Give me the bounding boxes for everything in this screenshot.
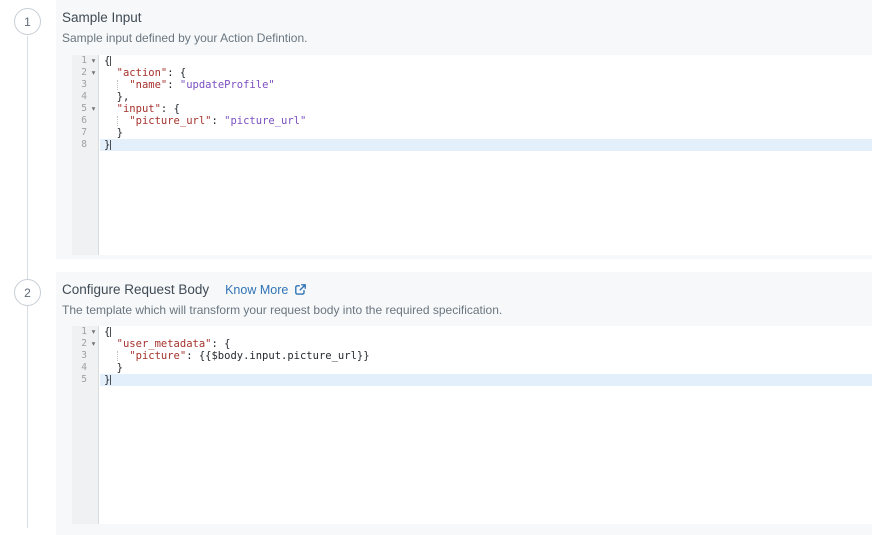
request-body-section: Configure Request Body Know More The tem…: [56, 272, 872, 535]
line-number-cell: 3: [72, 350, 100, 362]
sample-input-header: Sample Input Sample input defined by you…: [56, 0, 872, 45]
indent-guide: [117, 351, 118, 361]
code-line-text: }: [100, 374, 872, 386]
code-line-text: "name": "updateProfile": [100, 79, 872, 91]
fold-arrow-icon[interactable]: ▾: [87, 338, 100, 350]
text-cursor: [110, 56, 111, 66]
sample-input-title: Sample Input: [62, 10, 142, 25]
text-cursor: [110, 375, 111, 385]
code-line-text: }: [100, 139, 872, 151]
code-line-text: {: [100, 55, 872, 67]
code-line-text: "picture_url": "picture_url": [100, 115, 872, 127]
editor-line-3[interactable]: 3 "picture": {{$body.input.picture_url}}: [72, 350, 872, 362]
fold-spacer: [87, 350, 100, 362]
sample-input-subtitle: Sample input defined by your Action Defi…: [62, 31, 872, 45]
editor-line-2[interactable]: 2▾ "action": {: [72, 67, 872, 79]
request-body-subtitle: The template which will transform your r…: [62, 303, 872, 317]
fold-arrow-icon[interactable]: ▾: [87, 326, 100, 338]
fold-spacer: [87, 374, 100, 386]
request-body-editor[interactable]: 1▾{2▾ "user_metadata": {3 "picture": {{$…: [72, 326, 872, 524]
editor-line-6[interactable]: 6 "picture_url": "picture_url": [72, 115, 872, 127]
indent-guide: [117, 116, 118, 126]
editor-line-5[interactable]: 5}: [72, 374, 872, 386]
code-line-text: }: [100, 362, 872, 374]
step-2-number: 2: [24, 286, 31, 300]
indent-guide: [117, 80, 118, 90]
code-line-text: {: [100, 326, 872, 338]
action-configuration-page: 1 2 Sample Input Sample input defined by…: [0, 0, 872, 535]
fold-spacer: [87, 362, 100, 374]
request-body-header: Configure Request Body Know More The tem…: [56, 272, 872, 317]
code-line-text: "picture": {{$body.input.picture_url}}: [100, 350, 872, 362]
fold-spacer: [87, 127, 100, 139]
code-line-text: "user_metadata": {: [100, 338, 872, 350]
editor-line-2[interactable]: 2▾ "user_metadata": {: [72, 338, 872, 350]
text-cursor: [110, 140, 111, 150]
fold-arrow-icon[interactable]: ▾: [87, 103, 100, 115]
know-more-label: Know More: [225, 283, 288, 297]
know-more-link[interactable]: Know More: [225, 283, 307, 297]
editor-line-1[interactable]: 1▾{: [72, 326, 872, 338]
line-number-cell: 1▾: [72, 55, 100, 67]
fold-arrow-icon[interactable]: ▾: [87, 55, 100, 67]
line-number-cell: 4: [72, 91, 100, 103]
line-number-cell: 8: [72, 139, 100, 151]
line-number-cell: 2▾: [72, 338, 100, 350]
code-line-text: },: [100, 91, 872, 103]
fold-spacer: [87, 91, 100, 103]
code-line-text: "input": {: [100, 103, 872, 115]
fold-arrow-icon[interactable]: ▾: [87, 67, 100, 79]
line-number-cell: 5▾: [72, 103, 100, 115]
fold-spacer: [87, 115, 100, 127]
editor-line-5[interactable]: 5▾ "input": {: [72, 103, 872, 115]
line-number-cell: 1▾: [72, 326, 100, 338]
step-1-number: 1: [24, 15, 31, 29]
code-line-text: }: [100, 127, 872, 139]
line-number-cell: 2▾: [72, 67, 100, 79]
sample-input-editor[interactable]: 1▾{2▾ "action": {3 "name": "updateProfil…: [72, 55, 872, 255]
external-link-icon: [294, 283, 307, 296]
fold-spacer: [87, 139, 100, 151]
fold-spacer: [87, 79, 100, 91]
editor-line-4[interactable]: 4 },: [72, 91, 872, 103]
editor-line-1[interactable]: 1▾{: [72, 55, 872, 67]
text-cursor: [110, 327, 111, 337]
editor-line-3[interactable]: 3 "name": "updateProfile": [72, 79, 872, 91]
editor-line-7[interactable]: 7 }: [72, 127, 872, 139]
line-number-cell: 4: [72, 362, 100, 374]
step-2-indicator: 2: [14, 279, 41, 306]
line-number-cell: 3: [72, 79, 100, 91]
step-1-indicator: 1: [14, 8, 41, 35]
editor-line-8[interactable]: 8}: [72, 139, 872, 151]
line-number-cell: 6: [72, 115, 100, 127]
line-number-cell: 5: [72, 374, 100, 386]
code-line-text: "action": {: [100, 67, 872, 79]
request-body-title: Configure Request Body: [62, 282, 209, 297]
line-number-cell: 7: [72, 127, 100, 139]
sample-input-section: Sample Input Sample input defined by you…: [56, 0, 872, 259]
editor-line-4[interactable]: 4 }: [72, 362, 872, 374]
